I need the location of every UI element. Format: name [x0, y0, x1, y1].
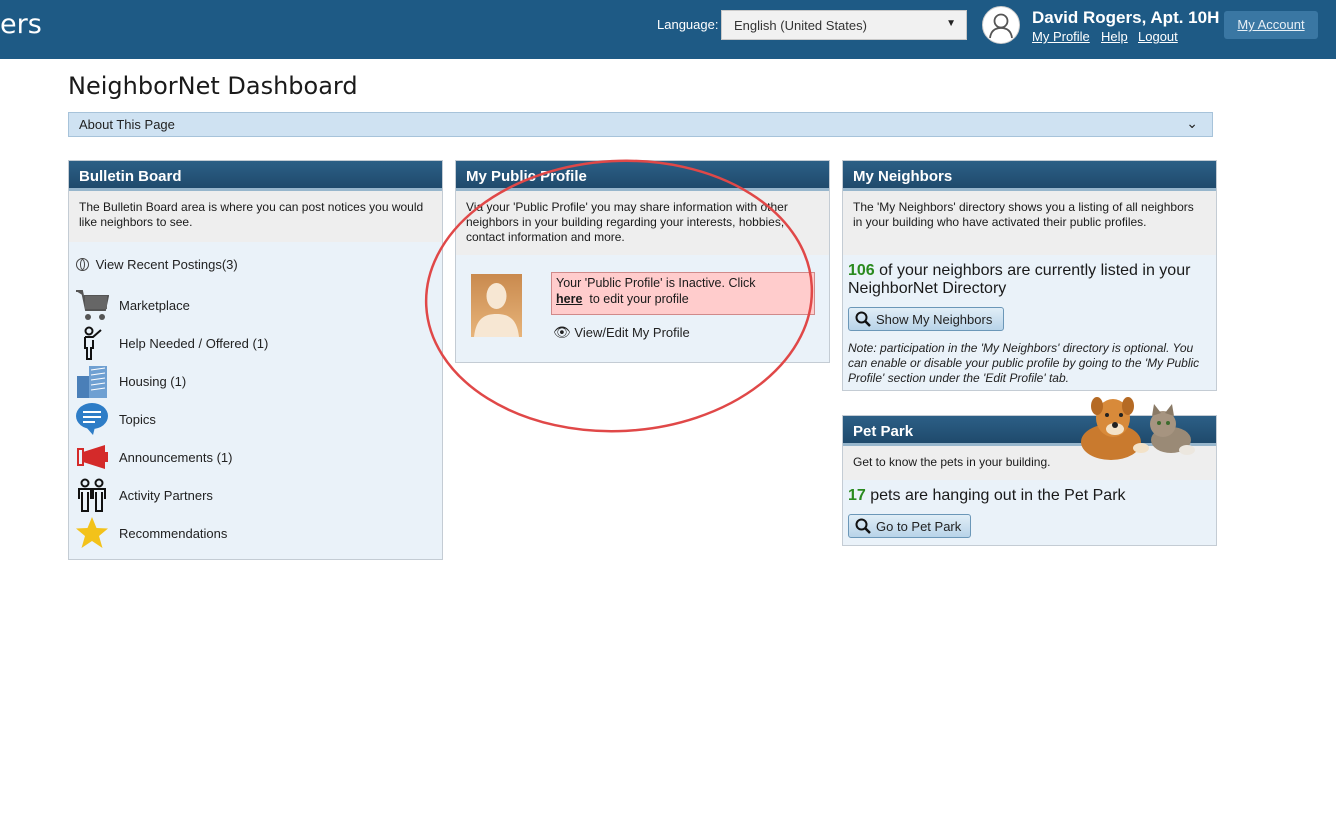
search-icon — [855, 518, 871, 534]
language-select-value: English (United States) — [734, 18, 867, 33]
language-label: Language: — [657, 17, 719, 32]
view-edit-profile-link[interactable]: 👁 View/Edit My Profile — [553, 324, 690, 341]
go-to-pet-park-button[interactable]: Go to Pet Park — [848, 514, 971, 538]
profile-inactive-text: Your 'Public Profile' is Inactive. Click — [556, 276, 756, 290]
bulletin-item-label: Marketplace — [119, 298, 190, 313]
neighbors-count: 106 — [848, 262, 875, 279]
chevron-down-icon: ⌄ — [1186, 115, 1198, 131]
public-profile-panel: My Public Profile Via your 'Public Profi… — [455, 160, 830, 363]
bulletin-item-label: Housing (1) — [119, 374, 187, 389]
public-profile-description: Via your 'Public Profile' you may share … — [456, 191, 829, 255]
bulletin-item-housing[interactable]: Housing (1) — [69, 364, 429, 400]
bulletin-item-label: Announcements (1) — [119, 450, 233, 465]
people-icon — [78, 478, 106, 512]
person-silhouette-icon — [474, 283, 519, 337]
about-this-page-toggle[interactable]: About This Page ⌄ — [68, 112, 1213, 137]
bulletin-item-help-needed[interactable]: Help Needed / Offered (1) — [69, 326, 429, 362]
my-neighbors-panel: My Neighbors The 'My Neighbors' director… — [842, 160, 1217, 391]
page-title: NeighborNet Dashboard — [68, 72, 358, 100]
bulletin-board-panel: Bulletin Board The Bulletin Board area i… — [68, 160, 443, 560]
building-icon — [77, 366, 107, 398]
search-icon — [855, 311, 871, 327]
speech-bubble-icon — [76, 403, 108, 435]
dog-and-cat-image — [1081, 397, 1195, 460]
bulletin-item-label: Topics — [119, 412, 156, 427]
view-recent-postings-label: View Recent Postings(3) — [95, 257, 238, 272]
view-edit-profile-label: View/Edit My Profile — [574, 325, 690, 340]
profile-inactive-alert: Your 'Public Profile' is Inactive. Click… — [551, 272, 815, 315]
pet-count: 17 — [848, 487, 866, 504]
cart-icon — [76, 290, 109, 320]
bulletin-item-announcements[interactable]: Announcements (1) — [69, 440, 429, 476]
caret-down-icon: ▼ — [946, 18, 956, 29]
eye-icon: 👁 — [553, 324, 571, 340]
pet-count-text: pets are hanging out in the Pet Park — [870, 487, 1126, 504]
bulletin-item-activity-partners[interactable]: Activity Partners — [69, 478, 429, 514]
my-neighbors-description: The 'My Neighbors' directory shows you a… — [843, 191, 1216, 255]
bulletin-item-topics[interactable]: Topics — [69, 402, 429, 438]
profile-photo-placeholder — [471, 274, 522, 337]
user-name: David Rogers, Apt. 10H — [1032, 8, 1220, 27]
star-icon — [76, 517, 108, 548]
language-select[interactable]: English (United States) ▼ — [721, 10, 967, 40]
bulletin-item-marketplace[interactable]: Marketplace — [69, 288, 429, 324]
bulletin-item-label: Activity Partners — [119, 488, 213, 503]
bulletin-item-label: Help Needed / Offered (1) — [119, 336, 269, 351]
edit-profile-text: to edit your profile — [589, 292, 689, 306]
go-to-pet-park-label: Go to Pet Park — [876, 519, 962, 534]
about-label: About This Page — [79, 117, 175, 132]
bulletin-board-title: Bulletin Board — [69, 161, 442, 191]
show-my-neighbors-label: Show My Neighbors — [876, 312, 993, 327]
pet-count-line: 17 pets are hanging out in the Pet Park — [848, 487, 1126, 505]
person-pointing-icon — [84, 326, 102, 360]
my-account-button[interactable]: My Account — [1224, 11, 1318, 39]
bulletin-item-recommendations[interactable]: Recommendations — [69, 516, 429, 552]
my-neighbors-title: My Neighbors — [843, 161, 1216, 191]
neighbors-count-line: 106 of your neighbors are currently list… — [848, 262, 1208, 298]
bulletin-item-label: Recommendations — [119, 526, 228, 541]
globe-icon — [76, 258, 89, 271]
show-my-neighbors-button[interactable]: Show My Neighbors — [848, 307, 1004, 331]
megaphone-icon — [77, 445, 108, 469]
neighbors-note: Note: participation in the 'My Neighbors… — [848, 341, 1200, 385]
logout-link[interactable]: Logout — [1138, 29, 1178, 44]
brand-logo-text[interactable]: ers — [0, 9, 42, 40]
neighbors-count-text: of your neighbors are currently listed i… — [848, 262, 1191, 297]
my-profile-link[interactable]: My Profile — [1032, 29, 1090, 44]
user-avatar-icon — [982, 6, 1020, 44]
help-link[interactable]: Help — [1101, 29, 1128, 44]
public-profile-title: My Public Profile — [456, 161, 829, 191]
view-recent-postings-link[interactable]: View Recent Postings(3) — [76, 257, 238, 272]
bulletin-board-description: The Bulletin Board area is where you can… — [69, 191, 442, 242]
edit-profile-here-link[interactable]: here — [556, 292, 582, 306]
